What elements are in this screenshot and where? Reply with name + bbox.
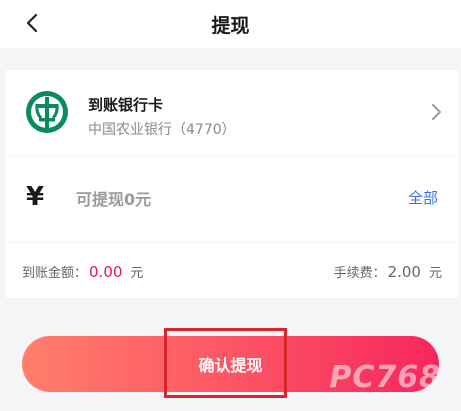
bank-card-title: 到账银行卡 <box>88 96 164 114</box>
bank-card-row[interactable]: 到账银行卡 中国农业银行（4770） <box>6 70 458 155</box>
service-fee-unit: 元 <box>428 266 442 281</box>
navbar: 提现 <box>0 0 461 48</box>
service-fee: 手续费： 2.00 元 <box>334 262 442 281</box>
withdraw-amount-input[interactable] <box>74 184 378 214</box>
arrival-amount: 到账金额： 0.00 元 <box>22 262 143 281</box>
site-watermark: PC768 <box>329 360 441 395</box>
arrival-amount-value: 0.00 <box>89 263 123 281</box>
bank-logo-icon <box>26 91 68 133</box>
page-title: 提现 <box>211 15 250 37</box>
chevron-right-icon[interactable] <box>430 103 442 121</box>
service-fee-value: 2.00 <box>387 263 421 281</box>
currency-symbol: ¥ <box>26 182 45 212</box>
withdraw-all-link[interactable]: 全部 <box>408 187 438 208</box>
amount-input-row: ¥ 全部 <box>6 156 458 242</box>
arrival-amount-unit: 元 <box>130 266 144 281</box>
arrival-amount-label: 到账金额： <box>22 266 88 281</box>
bank-name-account: 中国农业银行（4770） <box>88 122 236 138</box>
fee-summary-row: 到账金额： 0.00 元 手续费： 2.00 元 <box>6 243 458 298</box>
service-fee-label: 手续费： <box>333 266 386 281</box>
